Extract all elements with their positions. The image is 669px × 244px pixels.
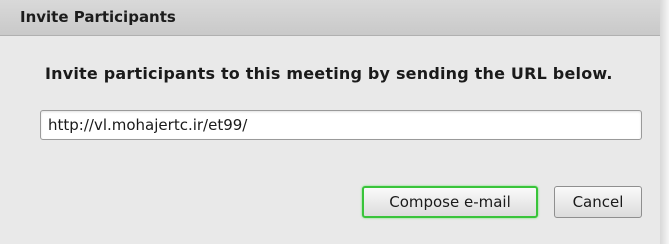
dialog-titlebar[interactable]: Invite Participants [0,0,660,36]
meeting-url-field[interactable]: http://vl.mohajertc.ir/et99/ [40,110,642,140]
dialog-title: Invite Participants [20,8,176,26]
invite-participants-dialog: Invite Participants Invite participants … [0,0,669,244]
cancel-button[interactable]: Cancel [554,186,642,218]
dialog-edge-shadow [660,0,669,244]
instruction-text: Invite participants to this meeting by s… [45,64,613,83]
compose-email-button[interactable]: Compose e-mail [362,186,538,218]
